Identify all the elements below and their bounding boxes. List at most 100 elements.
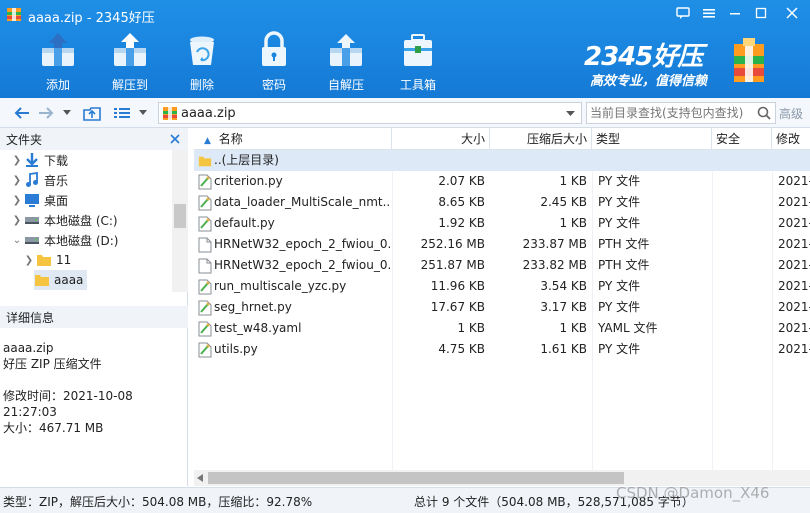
search-icon[interactable] xyxy=(757,106,771,120)
file-type: PY 文件 xyxy=(598,279,641,293)
toolbox-button[interactable]: 工具箱 xyxy=(382,28,454,94)
add-archive-icon xyxy=(42,33,74,66)
file-size: 252.16 MB xyxy=(420,237,485,251)
path-dropdown-icon[interactable] xyxy=(566,111,575,117)
file-row[interactable]: run_multiscale_yzc.py 11.96 KB 3.54 KB PY 文… xyxy=(194,276,810,297)
file-row[interactable]: seg_hrnet.py 17.67 KB 3.17 KB PY 文件 2021- xyxy=(194,297,810,318)
parent-directory-row[interactable]: ..(上层目录) xyxy=(194,150,810,171)
file-name: data_loader_MultiScale_nmt... xyxy=(214,195,390,209)
file-name: utils.py xyxy=(214,342,258,356)
detail-modified: 修改时间：2021-10-08 21:27:03 xyxy=(3,389,133,419)
file-row[interactable]: default.py 1.92 KB 1 KB PY 文件 2021- xyxy=(194,213,810,234)
file-list-header: ▲ 名称 大小 压缩后大小 类型 安全 修改时 xyxy=(194,128,810,168)
file-type: PY 文件 xyxy=(598,174,641,188)
chevron-down-icon[interactable]: ⌄ xyxy=(10,235,24,246)
file-row[interactable]: HRNetW32_epoch_2_fwiou_0... 252.16 MB 233.… xyxy=(194,234,810,255)
file-modified: 2021- xyxy=(778,195,810,209)
brand-slogan: 高效专业，值得信赖 xyxy=(590,74,708,89)
menu-icon[interactable] xyxy=(696,0,722,26)
script-file-icon xyxy=(198,300,212,316)
scroll-left-icon[interactable] xyxy=(197,474,203,482)
path-combobox[interactable]: aaaa.zip xyxy=(158,102,582,124)
tree-item-drive-d[interactable]: ⌄ 本地磁盘 (D:) xyxy=(10,230,119,250)
file-row[interactable]: data_loader_MultiScale_nmt... 8.65 KB 2.45… xyxy=(194,192,810,213)
advanced-search-link[interactable]: 高级 xyxy=(779,105,803,122)
tree-scrollbar[interactable] xyxy=(172,150,188,292)
forward-icon[interactable] xyxy=(36,103,56,123)
password-button[interactable]: 密码 xyxy=(238,28,310,94)
self-extract-button[interactable]: 自解压 xyxy=(310,28,382,94)
folder-pane-header: 文件夹 xyxy=(0,128,188,150)
file-size: 8.65 KB xyxy=(438,195,485,209)
close-pane-icon[interactable] xyxy=(170,134,180,144)
chevron-right-icon[interactable]: ❯ xyxy=(10,195,24,206)
chevron-right-icon[interactable]: ❯ xyxy=(22,255,36,266)
extract-to-icon xyxy=(114,33,146,66)
chevron-right-icon[interactable]: ❯ xyxy=(10,155,24,166)
chevron-right-icon[interactable]: ❯ xyxy=(10,215,24,226)
file-modified: 2021- xyxy=(778,300,810,314)
file-row[interactable]: HRNetW32_epoch_2_fwiou_0... 251.87 MB 233.… xyxy=(194,255,810,276)
detail-filename: aaaa.zip xyxy=(3,341,54,355)
file-name: HRNetW32_epoch_2_fwiou_0... xyxy=(214,258,390,272)
close-icon[interactable] xyxy=(774,0,810,26)
file-modified: 2021- xyxy=(778,342,810,356)
file-modified: 2021- xyxy=(778,258,810,272)
extract-to-button[interactable]: 解压到 xyxy=(94,28,166,94)
drive-icon xyxy=(25,217,39,224)
zip-file-icon xyxy=(163,107,177,120)
file-type: PY 文件 xyxy=(598,300,641,314)
toolbar-band: aaaa.zip - 2345好压 添加 解压到 删除 密码 自解压 工具箱 2… xyxy=(0,0,810,98)
file-row[interactable]: utils.py 4.75 KB 1.61 KB PY 文件 2021- xyxy=(194,339,810,360)
minimize-icon[interactable] xyxy=(722,0,748,26)
file-name: test_w48.yaml xyxy=(214,321,302,335)
tree-item-aaaa[interactable]: aaaa xyxy=(34,270,88,290)
detail-filetype: 好压 ZIP 压缩文件 xyxy=(3,357,102,371)
file-packed-size: 1 KB xyxy=(559,216,587,230)
download-folder-icon xyxy=(26,153,38,167)
script-file-icon xyxy=(198,195,212,211)
column-packed-size[interactable]: 压缩后大小 xyxy=(490,128,592,150)
view-list-icon[interactable] xyxy=(112,103,132,123)
watermark: CSDN @Damon_X46 xyxy=(616,484,770,502)
up-folder-icon[interactable] xyxy=(82,103,102,123)
chevron-right-icon[interactable]: ❯ xyxy=(10,175,24,186)
tree-scrollbar-thumb[interactable] xyxy=(174,204,186,228)
maximize-icon[interactable] xyxy=(748,0,774,26)
column-type[interactable]: 类型 xyxy=(592,128,712,150)
folder-icon xyxy=(198,156,212,167)
file-row[interactable]: criterion.py 2.07 KB 1 KB PY 文件 2021- xyxy=(194,171,810,192)
app-icon xyxy=(7,8,21,21)
delete-button[interactable]: 删除 xyxy=(166,28,238,94)
script-file-icon xyxy=(198,321,212,337)
history-dropdown-icon[interactable] xyxy=(60,103,74,123)
column-modified[interactable]: 修改时 xyxy=(772,128,810,168)
tree-item-download[interactable]: ❯ 下载 xyxy=(10,150,68,170)
tree-item-drive-c[interactable]: ❯ 本地磁盘 (C:) xyxy=(10,210,118,230)
search-input[interactable] xyxy=(590,105,754,121)
sort-asc-icon: ▲ xyxy=(204,136,211,146)
horizontal-scrollbar-thumb[interactable] xyxy=(208,472,624,484)
column-size[interactable]: 大小 xyxy=(392,128,490,150)
add-button[interactable]: 添加 xyxy=(22,28,94,94)
file-row[interactable]: test_w48.yaml 1 KB 1 KB YAML 文件 2021- xyxy=(194,318,810,339)
column-name[interactable]: ▲ 名称 xyxy=(194,128,392,150)
view-dropdown-icon[interactable] xyxy=(136,103,150,123)
column-security[interactable]: 安全 xyxy=(712,128,772,150)
details-content: aaaa.zip 好压 ZIP 压缩文件 修改时间：2021-10-08 21:… xyxy=(3,340,187,436)
file-name: run_multiscale_yzc.py xyxy=(214,279,347,293)
file-packed-size: 3.54 KB xyxy=(540,279,587,293)
address-bar: aaaa.zip 高级 xyxy=(0,98,810,128)
path-text: aaaa.zip xyxy=(181,106,236,121)
tree-item-ai[interactable]: AI xyxy=(34,290,66,292)
back-icon[interactable] xyxy=(12,103,32,123)
tree-item-desktop[interactable]: ❯ 桌面 xyxy=(10,190,68,210)
feedback-icon[interactable] xyxy=(670,0,696,26)
folder-icon xyxy=(37,255,51,266)
window-title: aaaa.zip - 2345好压 xyxy=(28,11,155,26)
tree-item-music[interactable]: ❯ 音乐 xyxy=(10,170,68,190)
file-name: criterion.py xyxy=(214,174,283,188)
desktop-folder-icon xyxy=(25,194,39,207)
delete-icon xyxy=(190,36,214,65)
tree-item-11[interactable]: ❯ 11 xyxy=(22,250,71,270)
